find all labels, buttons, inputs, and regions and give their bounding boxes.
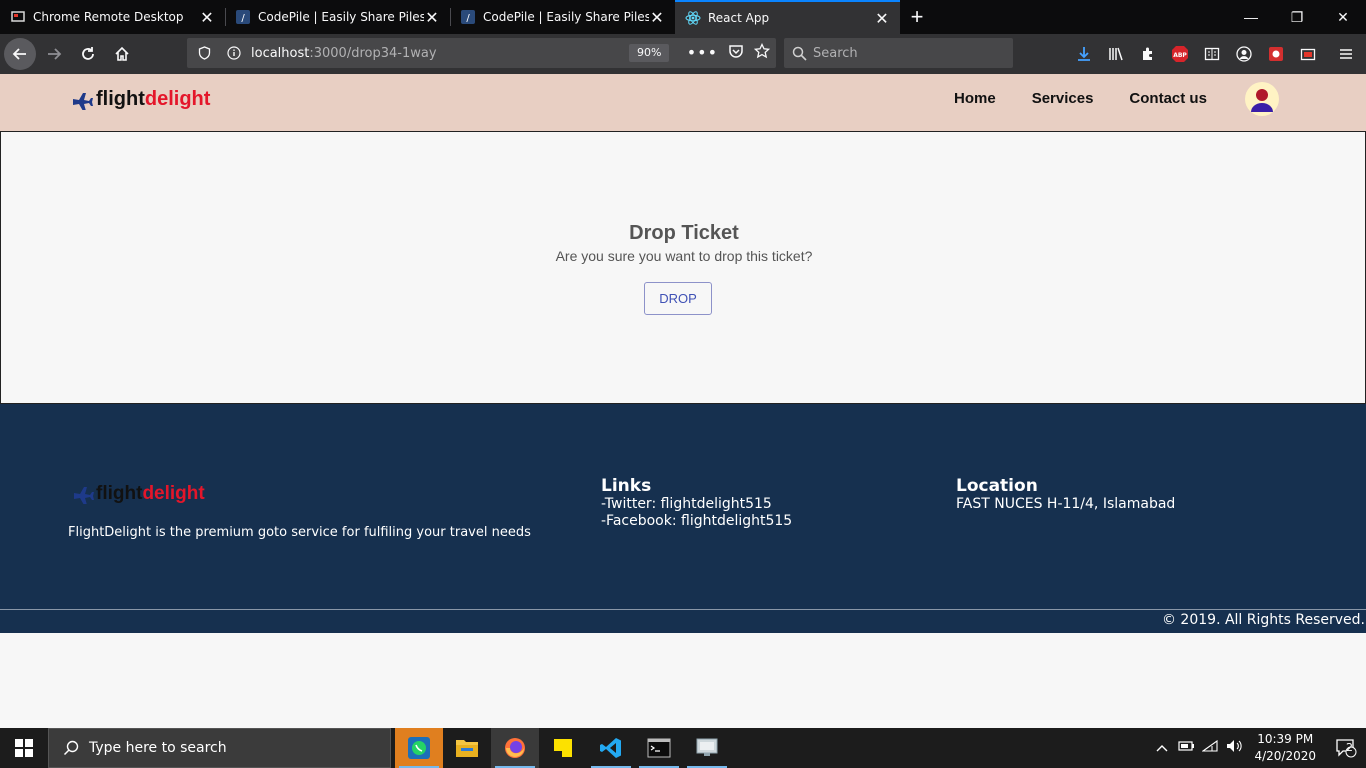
back-arrow-icon[interactable]: [4, 38, 36, 70]
react-icon: [685, 10, 701, 26]
nav-contact-link[interactable]: Contact us: [1129, 90, 1207, 107]
reload-icon[interactable]: [72, 38, 104, 70]
whatsapp-icon[interactable]: [395, 728, 443, 768]
volume-icon[interactable]: [1222, 739, 1246, 757]
drop-ticket-confirmation-text: Are you sure you want to drop this ticke…: [555, 248, 813, 264]
pocket-icon[interactable]: [728, 43, 744, 63]
bookmark-star-icon[interactable]: [753, 42, 771, 63]
page-actions-icon[interactable]: •••: [687, 43, 718, 63]
download-icon[interactable]: [1068, 38, 1100, 70]
windows-start-icon[interactable]: [0, 728, 48, 768]
footer-location-text: FAST NUCES H-11/4, Islamabad: [956, 496, 1176, 512]
twitter-link[interactable]: -Twitter: flightdelight515: [601, 496, 772, 512]
tab-title: Chrome Remote Desktop: [33, 10, 184, 24]
codepile-icon: /: [460, 9, 476, 25]
nav-home-link[interactable]: Home: [954, 90, 996, 107]
site-nav: Home Services Contact us: [954, 90, 1243, 107]
close-tab-icon[interactable]: ✕: [649, 8, 665, 27]
firefox-icon[interactable]: [491, 728, 539, 768]
minimize-icon[interactable]: —: [1228, 0, 1274, 34]
tab-codepile-2[interactable]: / CodePile | Easily Share Piles of ✕: [450, 0, 675, 34]
drop-button[interactable]: DROP: [644, 282, 712, 315]
new-tab-button[interactable]: +: [900, 0, 934, 34]
screenshot-icon[interactable]: [1292, 38, 1324, 70]
extensions-icon[interactable]: [1132, 38, 1164, 70]
search-icon: [63, 740, 79, 756]
file-explorer-icon[interactable]: [443, 728, 491, 768]
address-bar[interactable]: localhost:3000/drop34-1way 90% •••: [187, 38, 776, 68]
footer-logo: flight delight: [73, 483, 205, 505]
site-footer: flight delight FlightDelight is the premi…: [0, 404, 1366, 633]
system-clock[interactable]: 10:39 PM 4/20/2020: [1254, 731, 1316, 765]
reader-view-icon[interactable]: [1196, 38, 1228, 70]
close-tab-icon[interactable]: ✕: [424, 8, 440, 27]
chevron-up-icon[interactable]: [1150, 741, 1174, 756]
browser-toolbar: localhost:3000/drop34-1way 90% ••• Searc…: [0, 34, 1366, 74]
library-icon[interactable]: [1100, 38, 1132, 70]
drop-ticket-title: Drop Ticket: [629, 222, 739, 244]
url-text: localhost:3000/drop34-1way: [251, 45, 437, 61]
tab-title: React App: [708, 11, 770, 25]
search-placeholder: Search: [813, 45, 858, 61]
menu-icon[interactable]: [1330, 38, 1362, 70]
close-window-icon[interactable]: ✕: [1320, 0, 1366, 34]
tab-title: CodePile | Easily Share Piles of: [483, 10, 649, 24]
zoom-indicator[interactable]: 90%: [629, 44, 670, 62]
restore-icon[interactable]: ❐: [1274, 0, 1320, 34]
window-controls: — ❐ ✕: [1228, 0, 1366, 34]
close-tab-icon[interactable]: ✕: [199, 8, 215, 27]
clock-date: 4/20/2020: [1254, 749, 1316, 763]
extension-red-icon[interactable]: [1260, 38, 1292, 70]
terminal-icon[interactable]: [635, 728, 683, 768]
notification-center-icon[interactable]: 2: [1326, 728, 1366, 768]
taskbar-search-box[interactable]: Type here to search: [48, 728, 391, 768]
notification-count: 2: [1346, 741, 1353, 754]
footer-description: FlightDelight is the premium goto servic…: [68, 525, 531, 540]
adblock-plus-icon[interactable]: ABP: [1164, 38, 1196, 70]
facebook-link[interactable]: -Facebook: flightdelight515: [601, 513, 792, 529]
user-icon: [1251, 89, 1273, 112]
account-icon[interactable]: [1228, 38, 1260, 70]
toolbar-icons: ABP: [1068, 38, 1362, 70]
svg-text:ABP: ABP: [1173, 52, 1187, 59]
clock-time: 10:39 PM: [1257, 732, 1314, 746]
drop-ticket-panel: Drop Ticket Are you sure you want to dro…: [0, 131, 1366, 404]
battery-icon[interactable]: [1174, 740, 1198, 756]
user-avatar[interactable]: [1245, 82, 1279, 116]
close-tab-icon[interactable]: ✕: [874, 9, 890, 28]
airplane-icon: [73, 92, 93, 110]
taskbar-search-placeholder: Type here to search: [89, 740, 227, 756]
tab-codepile-1[interactable]: / CodePile | Easily Share Piles of ✕: [225, 0, 450, 34]
taskbar-apps: [395, 728, 731, 768]
info-icon[interactable]: [225, 46, 243, 60]
url-actions: •••: [687, 42, 771, 63]
browser-search-field[interactable]: Search: [784, 38, 1013, 68]
copyright-text: © 2019. All Rights Reserved.: [1161, 612, 1365, 628]
site-header: flight delight Home Services Contact us: [0, 74, 1366, 131]
vscode-icon[interactable]: [587, 728, 635, 768]
airplane-icon: [74, 487, 94, 504]
remote-desktop-icon: [10, 9, 26, 25]
home-icon[interactable]: [106, 38, 138, 70]
site-logo[interactable]: flight delight: [72, 88, 210, 111]
wifi-icon[interactable]: [1198, 739, 1222, 756]
browser-tab-strip: Chrome Remote Desktop ✕ / CodePile | Eas…: [0, 0, 1366, 34]
forward-arrow-icon[interactable]: [38, 38, 70, 70]
web-page: flight delight Home Services Contact us D…: [0, 74, 1366, 728]
tab-chrome-remote-desktop[interactable]: Chrome Remote Desktop ✕: [0, 0, 225, 34]
codepile-icon: /: [235, 9, 251, 25]
footer-divider: [0, 609, 1366, 610]
tab-react-app[interactable]: React App ✕: [675, 0, 900, 34]
remote-desktop-app-icon[interactable]: [683, 728, 731, 768]
system-tray: 10:39 PM 4/20/2020 2: [1150, 728, 1366, 768]
footer-location-heading: Location: [956, 476, 1038, 496]
tab-title: CodePile | Easily Share Piles of: [258, 10, 424, 24]
windows-taskbar: Type here to search 10:39 PM 4/20/2020 2: [0, 728, 1366, 768]
shield-icon[interactable]: [195, 46, 213, 60]
nav-services-link[interactable]: Services: [1032, 90, 1094, 107]
sticky-notes-icon[interactable]: [539, 728, 587, 768]
footer-links-heading: Links: [601, 476, 652, 496]
search-icon: [792, 46, 807, 61]
